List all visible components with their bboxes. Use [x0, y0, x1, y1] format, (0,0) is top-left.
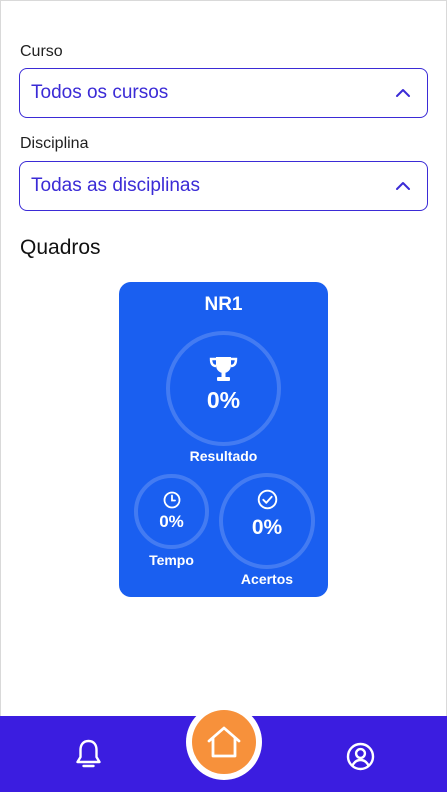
card-title: NR1 [204, 294, 243, 315]
clock-icon [163, 491, 181, 509]
curso-select[interactable]: Todos os cursos [19, 68, 428, 118]
trophy-icon [209, 357, 238, 381]
home-button-inner [192, 710, 256, 774]
tempo-label: Tempo [149, 552, 194, 568]
resultado-label: Resultado [189, 448, 258, 464]
tempo-ring: 0% [134, 474, 209, 549]
course-card[interactable]: NR1 0% Resultado 0% Tempo 0% Acertos [119, 282, 328, 597]
curso-select-value: Todos os cursos [31, 82, 169, 103]
tempo-value: 0% [159, 512, 184, 531]
curso-label: Curso [20, 43, 63, 60]
acertos-label: Acertos [240, 571, 294, 587]
chevron-up-icon [396, 182, 410, 190]
check-circle-icon [257, 489, 278, 510]
disciplina-label: Disciplina [20, 135, 89, 152]
chevron-up-icon [396, 89, 410, 97]
resultado-value: 0% [206, 387, 241, 413]
disciplina-select-value: Todas as disciplinas [31, 175, 200, 196]
bell-icon[interactable] [74, 738, 103, 770]
disciplina-select[interactable]: Todas as disciplinas [19, 161, 428, 211]
resultado-ring: 0% [166, 331, 281, 446]
section-title: Quadros [20, 236, 101, 259]
home-icon [207, 726, 241, 758]
acertos-ring: 0% [219, 473, 315, 569]
user-circle-icon[interactable] [346, 742, 375, 771]
home-button[interactable] [186, 704, 262, 780]
acertos-value: 0% [251, 516, 283, 539]
